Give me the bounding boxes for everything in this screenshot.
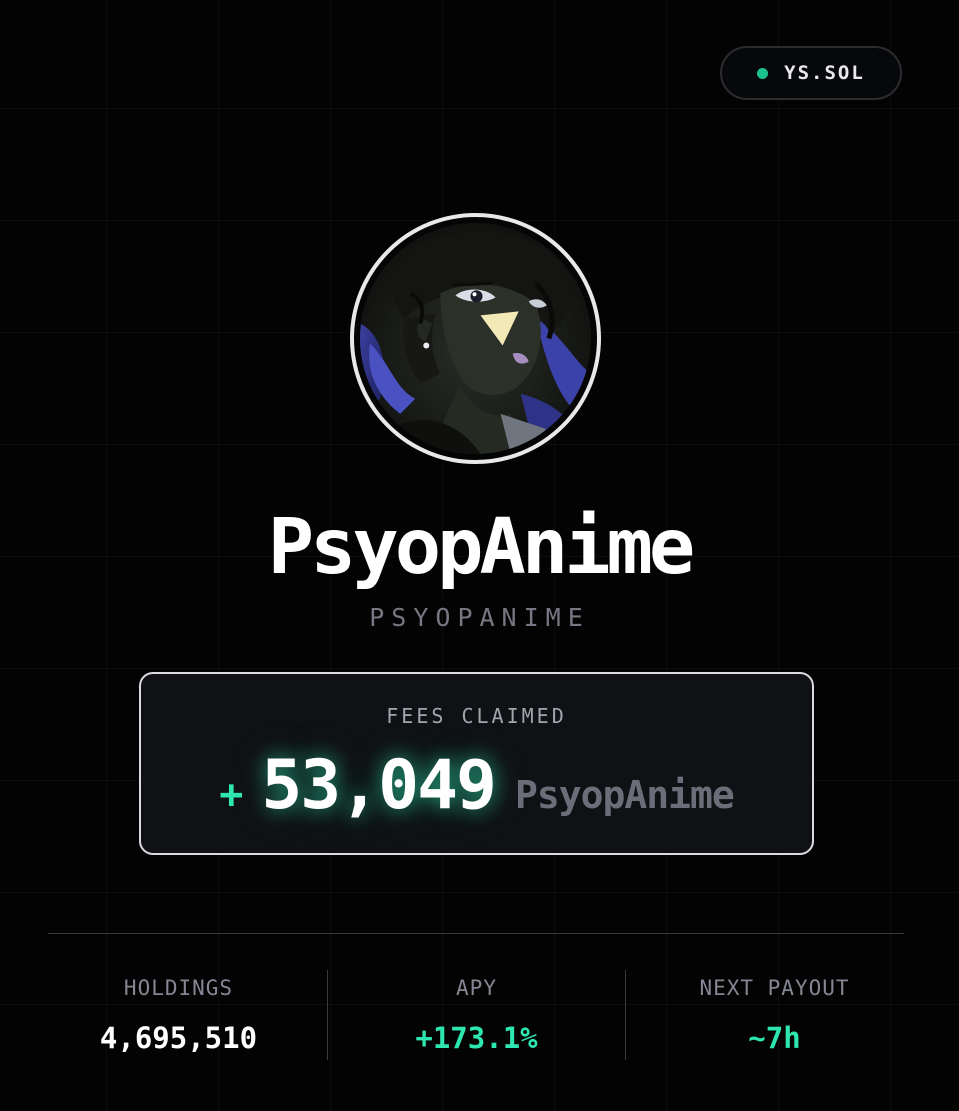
stat-value: +173.1% <box>415 1021 538 1055</box>
stat-value: ~7h <box>748 1021 801 1055</box>
profile-page: YS.SOL PsyopAnime PSYOPANIME FEES CLAIME… <box>0 0 959 1111</box>
fees-claimed-label: FEES CLAIMED <box>386 704 567 728</box>
fees-claimed-row: + 53,049 PsyopAnime <box>141 746 812 825</box>
display-name: PsyopAnime <box>267 503 696 592</box>
stats-row: HOLDINGS 4,695,510 APY +173.1% NEXT PAYO… <box>30 970 923 1060</box>
fees-claimed-card: FEES CLAIMED + 53,049 PsyopAnime <box>139 672 814 855</box>
wallet-label: YS.SOL <box>784 62 865 84</box>
fees-claimed-value: 53,049 <box>261 746 497 825</box>
stat-apy: APY +173.1% <box>327 970 625 1060</box>
avatar <box>350 213 601 464</box>
stat-label: HOLDINGS <box>123 976 234 1000</box>
anime-character-avatar-icon <box>360 223 591 454</box>
stat-value: 4,695,510 <box>99 1021 258 1055</box>
handle: PSYOPANIME <box>369 603 590 632</box>
wallet-button[interactable]: YS.SOL <box>720 46 902 100</box>
connection-status-dot <box>757 67 769 79</box>
stat-next-payout: NEXT PAYOUT ~7h <box>625 970 923 1060</box>
stat-label: NEXT PAYOUT <box>699 976 850 1000</box>
fees-claimed-unit: PsyopAnime <box>514 773 735 817</box>
stat-label: APY <box>456 976 497 1000</box>
fees-plus-sign: + <box>219 772 244 818</box>
divider <box>48 933 904 934</box>
stat-holdings: HOLDINGS 4,695,510 <box>30 970 327 1060</box>
